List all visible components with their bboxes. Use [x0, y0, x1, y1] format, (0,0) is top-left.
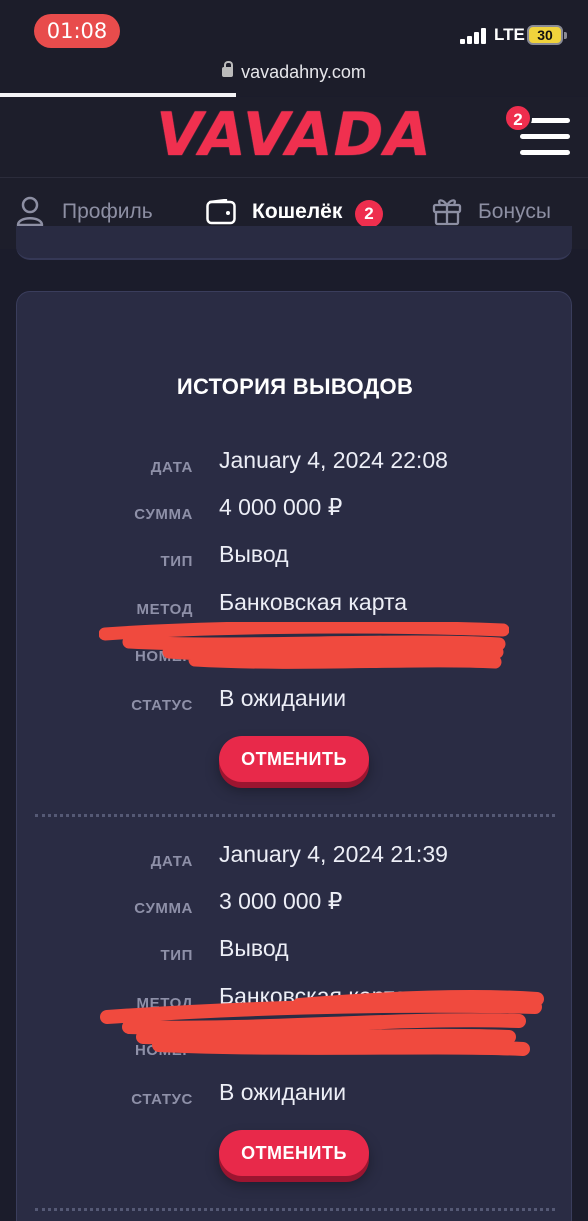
battery-icon: 30 — [527, 25, 567, 45]
method-value: Банковская карта — [219, 589, 408, 615]
amount-label: СУММА — [134, 900, 193, 917]
network-type: LTE — [494, 25, 525, 44]
previous-card-edge — [16, 226, 572, 260]
record-status-row: СТАТУС В ожидании — [17, 685, 573, 721]
wallet-icon — [206, 199, 236, 225]
record-separator — [35, 814, 555, 817]
status-time: 01:08 — [34, 14, 120, 48]
browser-url-bar[interactable]: vavadahny.com — [0, 56, 588, 96]
type-label: ТИП — [160, 947, 193, 964]
type-value: Вывод — [219, 935, 289, 961]
menu-badge: 2 — [504, 104, 532, 132]
record-status-row: СТАТУС В ожидании — [17, 1079, 573, 1115]
status-value: В ожидании — [219, 1079, 347, 1105]
date-label: ДАТА — [150, 853, 193, 870]
gift-icon — [432, 199, 462, 226]
type-label: ТИП — [160, 553, 193, 570]
battery-level: 30 — [537, 27, 553, 43]
user-icon — [16, 196, 44, 226]
status-value: В ожидании — [219, 685, 347, 711]
record-date-row: ДАТА January 4, 2024 21:39 — [17, 841, 573, 877]
amount-value: 3 000 000 ₽ — [219, 888, 343, 914]
status-label: СТАТУС — [131, 1091, 193, 1108]
redaction-scribble — [99, 622, 509, 669]
vavada-logo[interactable]: VAVADA — [0, 100, 588, 170]
history-title: ИСТОРИЯ ВЫВОДОВ — [176, 374, 414, 399]
record-method-row: МЕТОД Банковская карта — [17, 589, 573, 625]
method-label: МЕТОД — [136, 601, 193, 618]
date-label: ДАТА — [150, 459, 193, 476]
record-type-row: ТИП Вывод — [17, 935, 573, 971]
amount-label: СУММА — [134, 506, 193, 523]
tab-profile-label: Профиль — [62, 200, 153, 223]
cancel-withdrawal-button[interactable]: ОТМЕНИТЬ — [219, 1130, 369, 1176]
withdrawal-history-card: ИСТОРИЯ ВЫВОДОВ ДАТА January 4, 2024 22:… — [16, 291, 572, 1221]
wallet-badge: 2 — [355, 200, 383, 228]
tab-bonuses-label: Бонусы — [478, 200, 551, 223]
date-value: January 4, 2024 22:08 — [219, 447, 448, 473]
tab-wallet-label: Кошелёк — [252, 200, 343, 223]
record-date-row: ДАТА January 4, 2024 22:08 — [17, 447, 573, 483]
lock-icon — [222, 61, 234, 77]
status-bar: 01:08 LTE 30 — [0, 0, 588, 56]
record-amount-row: СУММА 4 000 000 ₽ — [17, 494, 573, 530]
type-value: Вывод — [219, 541, 289, 567]
signal-icon — [460, 28, 488, 44]
site-header: VAVADA — [0, 97, 588, 177]
url-text: vavadahny.com — [241, 62, 366, 82]
record-type-row: ТИП Вывод — [17, 541, 573, 577]
record-amount-row: СУММА 3 000 000 ₽ — [17, 888, 573, 924]
cancel-withdrawal-button[interactable]: ОТМЕНИТЬ — [219, 736, 369, 782]
redaction-scribble — [100, 990, 544, 1056]
record-separator — [35, 1208, 555, 1211]
date-value: January 4, 2024 21:39 — [219, 841, 448, 867]
status-label: СТАТУС — [131, 697, 193, 714]
amount-value: 4 000 000 ₽ — [219, 494, 343, 520]
